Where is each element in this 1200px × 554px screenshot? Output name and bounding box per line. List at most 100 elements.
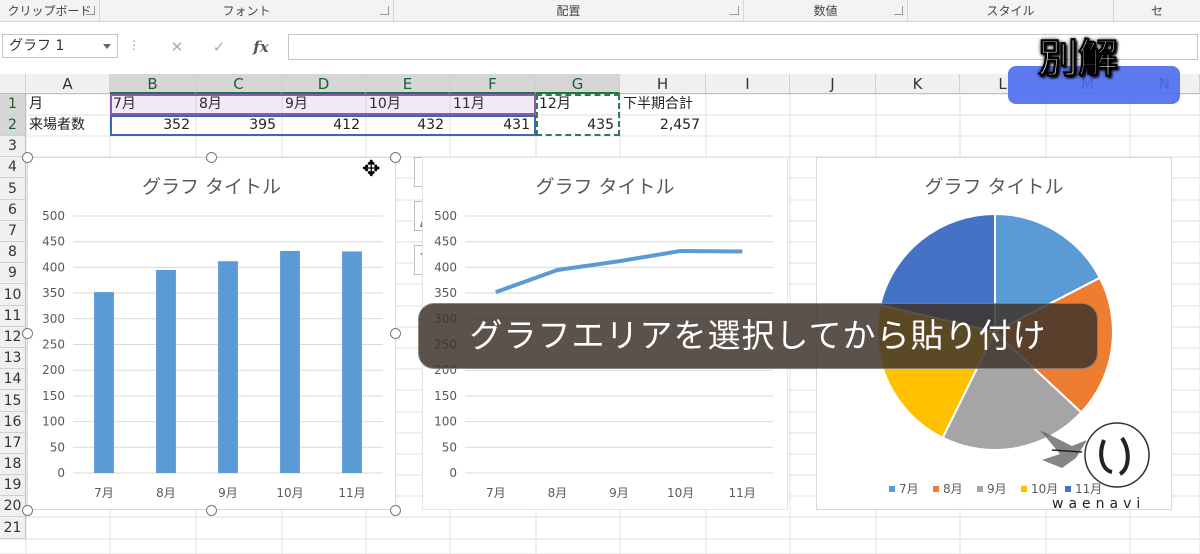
row-header[interactable]: 2 xyxy=(0,115,26,136)
column-header[interactable]: J xyxy=(790,74,876,94)
row-header[interactable]: 7 xyxy=(0,221,26,242)
row-header[interactable]: 13 xyxy=(0,348,26,369)
column-header[interactable]: A xyxy=(26,74,110,94)
ribbon-group-cells[interactable]: セ xyxy=(1114,0,1200,22)
select-all-corner[interactable] xyxy=(0,74,26,94)
y-tick-label: 100 xyxy=(434,415,457,429)
resize-handle[interactable] xyxy=(390,328,401,339)
column-header[interactable]: G xyxy=(536,74,620,94)
row-header[interactable]: 19 xyxy=(0,475,26,496)
dialog-launcher-icon[interactable] xyxy=(730,6,739,15)
row-header[interactable]: 10 xyxy=(0,284,26,306)
data-point xyxy=(618,260,620,262)
more-icon[interactable]: ⋮ xyxy=(128,38,140,52)
resize-handle[interactable] xyxy=(206,152,217,163)
column-header[interactable]: H xyxy=(620,74,706,94)
row-header[interactable]: 21 xyxy=(0,517,26,539)
cancel-icon[interactable]: ✕ xyxy=(162,36,192,58)
ribbon-group-label: 数値 xyxy=(813,4,838,18)
data-point xyxy=(556,269,558,271)
bar-chart[interactable]: グラフ タイトル 0 50 100 150 200 250 300 350 400 450 500 7… xyxy=(27,157,396,510)
dialog-launcher-icon[interactable] xyxy=(380,6,389,15)
resize-handle[interactable] xyxy=(206,505,217,516)
y-tick-label: 500 xyxy=(42,209,65,223)
row-header[interactable]: 5 xyxy=(0,178,26,200)
bar xyxy=(342,251,362,473)
watermark-logo: waenavi xyxy=(1032,410,1162,520)
row-header[interactable]: 17 xyxy=(0,433,26,454)
x-tick-label: 8月 xyxy=(548,486,568,500)
y-tick-label: 350 xyxy=(42,286,65,300)
bar xyxy=(156,269,176,473)
insert-function-icon[interactable]: fx xyxy=(246,36,276,58)
x-tick-label: 7月 xyxy=(486,486,506,500)
y-tick-label: 150 xyxy=(42,389,65,403)
bar xyxy=(280,250,300,473)
enter-icon[interactable]: ✓ xyxy=(204,36,234,58)
ribbon-group-font[interactable]: フォント xyxy=(100,0,394,22)
dialog-launcher-icon[interactable] xyxy=(86,6,95,15)
ribbon-group-label: フォント xyxy=(222,4,271,18)
row-header[interactable]: 1 xyxy=(0,94,26,115)
y-tick-label: 0 xyxy=(449,466,457,480)
x-tick-label: 9月 xyxy=(609,486,629,500)
y-tick-label: 450 xyxy=(42,235,65,249)
y-tick-label: 50 xyxy=(50,440,65,454)
column-header[interactable]: D xyxy=(282,74,366,94)
legend-label: 7月 xyxy=(899,482,919,496)
legend-swatch xyxy=(1021,486,1027,492)
column-header[interactable]: C xyxy=(196,74,282,94)
cell[interactable]: 下半期合計 xyxy=(623,94,706,115)
resize-handle[interactable] xyxy=(390,152,401,163)
row-header[interactable]: 6 xyxy=(0,200,26,221)
formula-bar: グラフ 1 ⋮ ✕ ✓ fx xyxy=(0,32,1200,62)
x-tick-label: 8月 xyxy=(156,486,176,500)
ribbon-group-styles[interactable]: スタイル xyxy=(908,0,1114,22)
resize-handle[interactable] xyxy=(22,505,33,516)
bar xyxy=(218,261,238,473)
x-tick-label: 11月 xyxy=(729,486,756,500)
bar-chart-plot: 0 50 100 150 200 250 300 350 400 450 500 7月 8月 9月 10月 1… xyxy=(42,209,383,500)
ribbon-group-label: クリップボード xyxy=(7,4,92,18)
column-header[interactable]: F xyxy=(450,74,536,94)
column-header[interactable]: K xyxy=(876,74,960,94)
cell[interactable]: 2,457 xyxy=(623,115,706,136)
x-tick-label: 10月 xyxy=(667,486,694,500)
row-header[interactable]: 8 xyxy=(0,242,26,263)
ribbon-group-alignment[interactable]: 配置 xyxy=(394,0,744,22)
ribbon-group-number[interactable]: 数値 xyxy=(744,0,908,22)
bar xyxy=(94,292,114,473)
ribbon-group-clipboard[interactable]: クリップボード xyxy=(0,0,100,22)
resize-handle[interactable] xyxy=(390,505,401,516)
x-tick-label: 9月 xyxy=(218,486,238,500)
row-header[interactable]: 15 xyxy=(0,390,26,412)
alternate-solution-badge: 別解 xyxy=(1038,36,1119,83)
cell[interactable]: 来場者数 xyxy=(29,115,110,136)
row-header[interactable]: 16 xyxy=(0,412,26,433)
move-cursor-icon: ✥ xyxy=(362,157,381,182)
dialog-launcher-icon[interactable] xyxy=(894,6,903,15)
resize-handle[interactable] xyxy=(22,328,33,339)
y-tick-label: 200 xyxy=(42,363,65,377)
name-box[interactable]: グラフ 1 xyxy=(2,34,118,58)
column-header[interactable]: I xyxy=(706,74,790,94)
row-header[interactable]: 9 xyxy=(0,263,26,284)
ribbon-group-label: 配置 xyxy=(556,4,581,18)
chevron-down-icon[interactable] xyxy=(103,44,111,49)
y-tick-label: 150 xyxy=(434,389,457,403)
y-tick-label: 100 xyxy=(42,415,65,429)
cell[interactable]: 月 xyxy=(29,94,110,115)
y-tick-label: 300 xyxy=(42,312,65,326)
fx-label: fx xyxy=(253,38,269,56)
row-header[interactable]: 18 xyxy=(0,454,26,475)
column-header[interactable]: E xyxy=(366,74,450,94)
y-tick-label: 50 xyxy=(442,440,457,454)
row-header[interactable]: 11 xyxy=(0,306,26,327)
y-tick-label: 0 xyxy=(57,466,65,480)
y-tick-label: 350 xyxy=(434,286,457,300)
resize-handle[interactable] xyxy=(22,152,33,163)
ribbon-group-label: セ xyxy=(1150,4,1163,18)
y-tick-label: 250 xyxy=(42,338,65,352)
column-header[interactable]: B xyxy=(110,74,196,94)
row-header[interactable]: 14 xyxy=(0,369,26,390)
